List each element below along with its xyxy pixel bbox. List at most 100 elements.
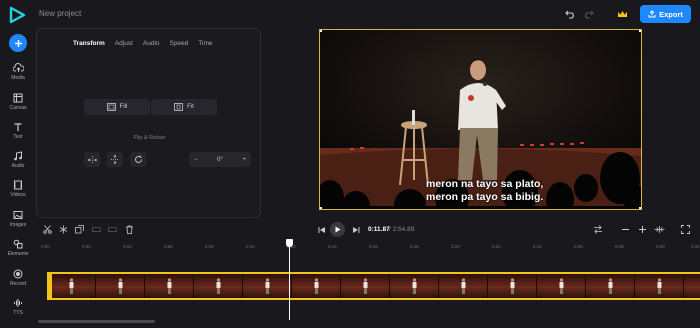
add-button[interactable]	[9, 34, 27, 52]
rail-item-media[interactable]: Media	[0, 63, 36, 81]
music-icon	[14, 151, 22, 161]
rotate-button[interactable]	[130, 152, 146, 167]
clip-thumbnail	[635, 274, 684, 298]
video-preview[interactable]: meron na tayo sa plato, meron pa tayo sa…	[319, 29, 642, 210]
subtitle-line-1: meron na tayo sa plato,	[426, 178, 544, 190]
clip-thumbnail	[537, 274, 586, 298]
undo-icon[interactable]	[565, 9, 576, 19]
properties-panel: Transform Adjust Audio Speed Time Fill F…	[36, 28, 261, 218]
swap-icon[interactable]	[593, 225, 603, 234]
clip-trim-handle[interactable]	[47, 272, 52, 300]
fit-label: Fit	[187, 104, 194, 110]
timeline-ruler[interactable]: 0:00 0:02 0:04 0:06 0:08 0:10 0:12 0:14 …	[38, 241, 700, 255]
export-icon	[648, 10, 656, 18]
ruler-label: 0:18	[410, 244, 419, 249]
ruler-label: 0:22	[492, 244, 501, 249]
timeline-scrollbar[interactable]	[38, 320, 155, 323]
rail-item-canvas[interactable]: Canvas	[0, 93, 36, 111]
split-icon[interactable]	[43, 225, 52, 234]
fullscreen-icon[interactable]	[681, 225, 690, 234]
fit-icon	[174, 103, 184, 111]
clip-thumbnail	[439, 274, 488, 298]
rail-item-text[interactable]: Text	[0, 122, 36, 140]
time-separator: /	[389, 226, 391, 233]
flip-horizontal-button[interactable]	[84, 152, 100, 167]
export-label: Export	[659, 9, 683, 19]
plus-icon	[14, 39, 22, 47]
text-icon	[14, 123, 22, 131]
tab-speed[interactable]: Speed	[170, 40, 189, 47]
clip-thumbnail	[292, 274, 341, 298]
waveform-icon	[14, 299, 22, 307]
trash-icon[interactable]	[125, 225, 134, 234]
align-left-icon[interactable]	[92, 225, 101, 234]
playhead-handle[interactable]	[286, 239, 293, 247]
premium-button[interactable]	[611, 5, 633, 23]
rail-label: Media	[11, 75, 25, 81]
subtitle-text[interactable]: meron na tayo sa plato, meron pa tayo sa…	[426, 178, 543, 204]
rail-label: Canvas	[9, 105, 27, 111]
rail-item-record[interactable]: Record	[0, 269, 36, 287]
rail-label: Audio	[11, 163, 25, 169]
rail-item-elements[interactable]: Elements	[0, 239, 36, 257]
tab-time[interactable]: Time	[198, 40, 212, 47]
freeze-icon[interactable]	[59, 225, 68, 234]
play-button[interactable]	[330, 222, 345, 237]
skip-back-icon[interactable]	[318, 226, 326, 234]
clip-thumbnail	[586, 274, 635, 298]
fill-label: Fill	[119, 104, 128, 110]
rail-label: TTS	[13, 310, 23, 316]
plus-icon[interactable]: +	[242, 157, 246, 163]
rotation-value[interactable]: 0°	[217, 157, 223, 163]
minus-icon[interactable]: −	[194, 157, 198, 163]
resize-handle-top-left[interactable]	[320, 30, 322, 32]
rail-label: Text	[13, 134, 23, 140]
upload-icon	[12, 63, 24, 72]
shapes-icon	[13, 239, 23, 249]
ruler-label: 0:08	[205, 244, 214, 249]
rail-label: Record	[9, 281, 27, 287]
ruler-label: 0:20	[451, 244, 460, 249]
current-time: 0:11.87	[368, 226, 390, 233]
tab-audio[interactable]: Audio	[143, 40, 160, 47]
skip-forward-icon[interactable]	[352, 226, 360, 234]
crown-icon	[617, 10, 627, 17]
fit-timeline-icon[interactable]	[654, 225, 665, 234]
tab-transform[interactable]: Transform	[73, 40, 105, 47]
rail-item-videos[interactable]: Videos	[0, 180, 36, 198]
export-button[interactable]: Export	[640, 5, 691, 23]
rail-item-audio[interactable]: Audio	[0, 151, 36, 169]
ruler-label: 0:04	[123, 244, 132, 249]
ruler-label: 0:16	[369, 244, 378, 249]
duplicate-icon[interactable]	[75, 225, 84, 234]
total-time: / 2:54.89	[389, 226, 414, 233]
align-right-icon[interactable]	[108, 225, 117, 234]
project-name[interactable]: New project	[39, 9, 81, 18]
fill-icon	[106, 103, 116, 111]
tab-adjust[interactable]: Adjust	[115, 40, 133, 47]
flip-vertical-button[interactable]	[107, 152, 123, 167]
fit-button[interactable]: Fit	[151, 99, 217, 115]
ruler-label: 0:14	[328, 244, 337, 249]
playhead[interactable]	[289, 240, 290, 320]
panel-tabs: Transform Adjust Audio Speed Time	[73, 40, 223, 47]
clip-thumbnail	[684, 274, 700, 298]
rail-item-images[interactable]: Images	[0, 210, 36, 228]
redo-icon[interactable]	[583, 9, 594, 19]
rail-label: Elements	[7, 251, 29, 257]
ruler-label: 0:26	[574, 244, 583, 249]
zoom-out-icon[interactable]	[621, 225, 630, 234]
ruler-label: 0:06	[164, 244, 173, 249]
rail-item-tts[interactable]: TTS	[0, 298, 36, 316]
video-track-clip[interactable]	[47, 272, 700, 300]
rail-label: Images	[9, 222, 27, 228]
rotation-stepper[interactable]: − 0° +	[189, 152, 251, 167]
rotate-icon	[134, 155, 142, 163]
zoom-in-icon[interactable]	[638, 225, 647, 234]
app-logo[interactable]	[8, 6, 26, 24]
flip-horizontal-icon	[87, 155, 97, 164]
subtitle-line-2: meron pa tayo sa bibig.	[426, 191, 544, 203]
timeline-toolbar: 0:11.87 / 2:54.89	[36, 220, 700, 240]
image-icon	[13, 211, 23, 219]
fill-button[interactable]: Fill	[84, 99, 150, 115]
